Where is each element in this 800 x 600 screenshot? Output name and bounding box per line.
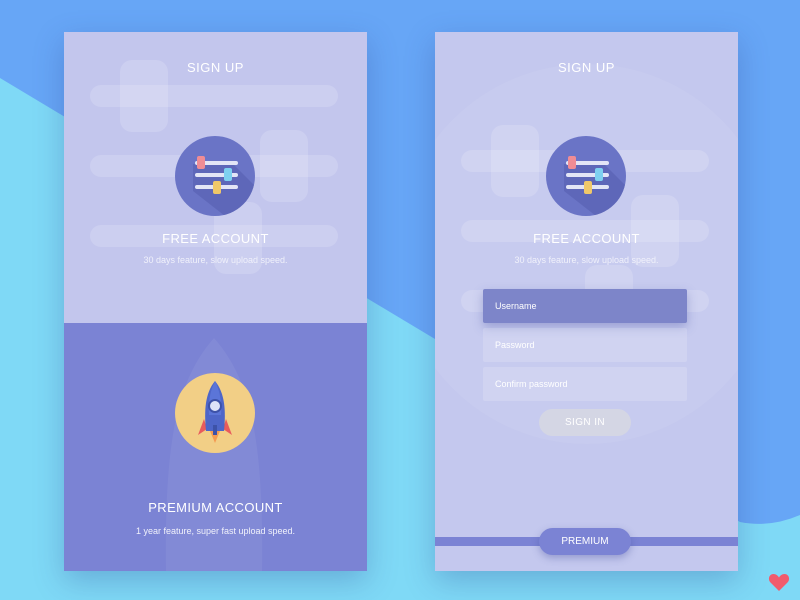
signup-screen-form: SIGN UP FREE ACCOUNT 30 days feature, sl… xyxy=(435,32,738,571)
free-account-card[interactable]: SIGN UP FREE ACCOUNT 30 days feature, sl… xyxy=(64,32,367,323)
signup-screen-account-types: SIGN UP FREE ACCOUNT 30 days feature, sl… xyxy=(64,32,367,571)
decor-block xyxy=(260,130,308,202)
free-account-title: FREE ACCOUNT xyxy=(533,231,640,246)
decor-block xyxy=(491,125,539,197)
premium-account-title: PREMIUM ACCOUNT xyxy=(148,500,283,515)
sliders-icon xyxy=(546,136,626,216)
premium-account-description: 1 year feature, super fast upload speed. xyxy=(135,526,296,536)
screen-title: SIGN UP xyxy=(558,60,615,75)
confirm-password-input[interactable]: Confirm password xyxy=(483,367,687,401)
sliders-icon xyxy=(175,136,255,216)
heart-icon[interactable] xyxy=(768,572,790,592)
premium-account-card[interactable]: PREMIUM ACCOUNT 1 year feature, super fa… xyxy=(64,323,367,571)
free-account-description: 30 days feature, slow upload speed. xyxy=(143,255,288,265)
free-account-description: 30 days feature, slow upload speed. xyxy=(514,255,659,265)
screen-title: SIGN UP xyxy=(187,60,244,75)
rocket-icon xyxy=(175,373,255,453)
password-input[interactable]: Password xyxy=(483,328,687,362)
premium-button[interactable]: PREMIUM xyxy=(539,528,631,555)
username-input[interactable]: Username xyxy=(483,289,687,323)
free-account-title: FREE ACCOUNT xyxy=(162,231,269,246)
sign-in-button[interactable]: SIGN IN xyxy=(539,409,631,436)
